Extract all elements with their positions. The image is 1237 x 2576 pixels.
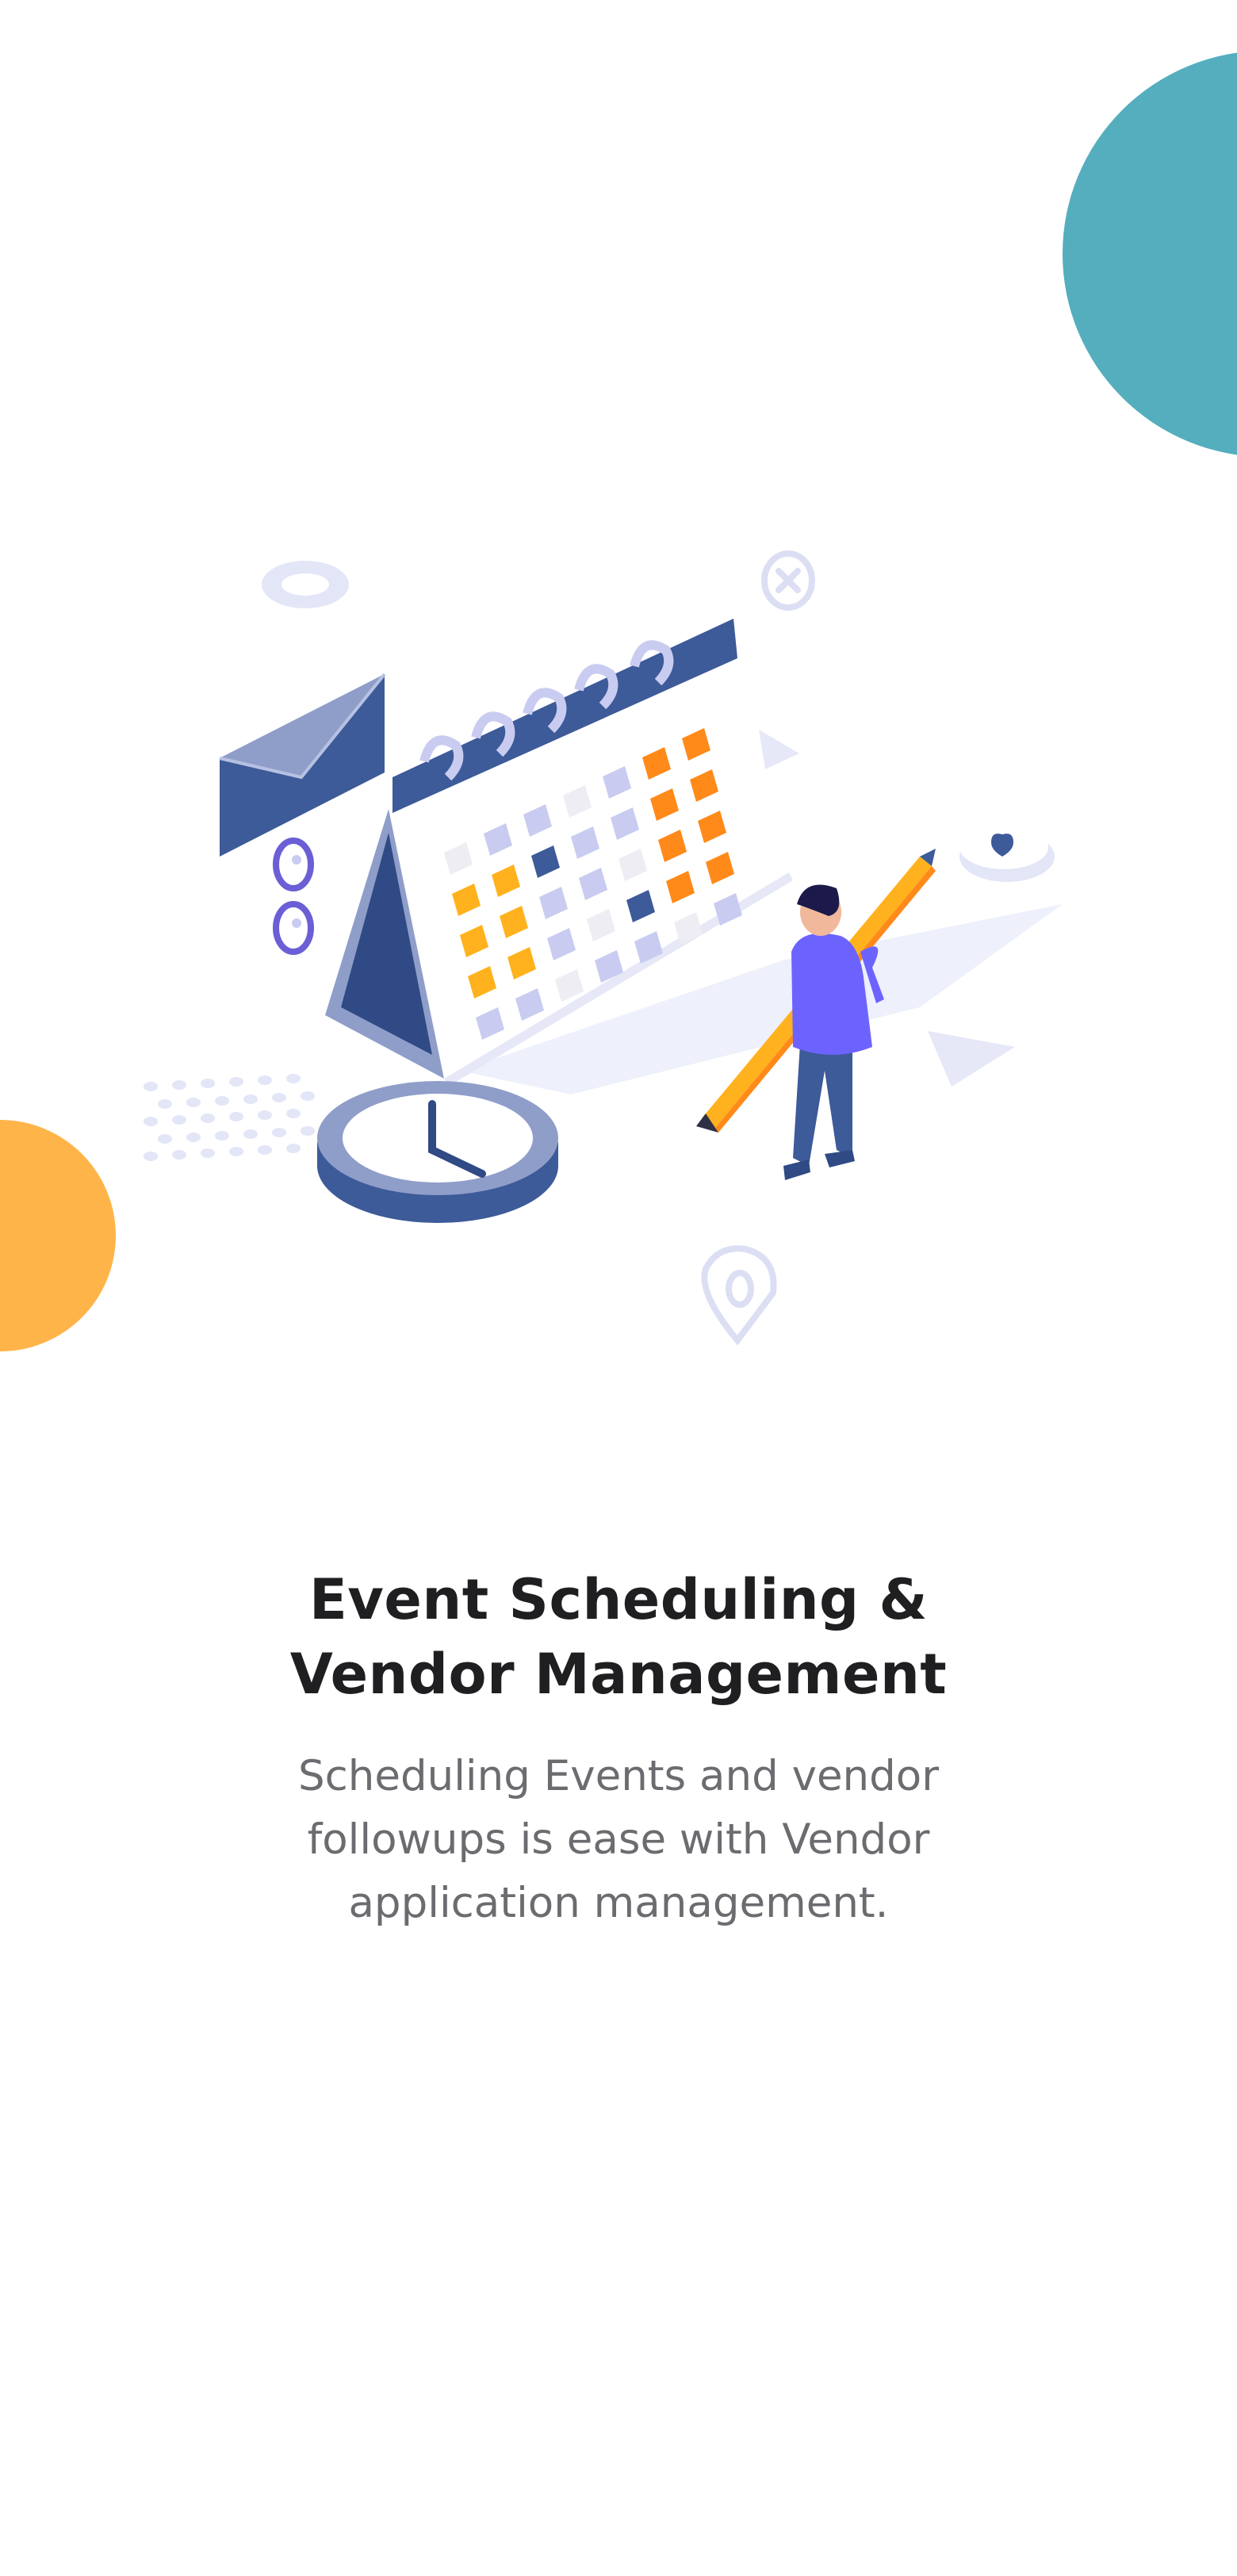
- dot-decoration: [158, 1099, 172, 1109]
- dot-pattern-decoration: [144, 1074, 315, 1161]
- dot-decoration: [258, 1075, 272, 1085]
- dot-decoration: [172, 1115, 186, 1125]
- triangle-decoration: [928, 1031, 1015, 1087]
- dot-decoration: [229, 1112, 243, 1121]
- close-circle-icon: [761, 550, 815, 611]
- title-line: Vendor Management: [289, 1642, 948, 1707]
- dot-decoration: [201, 1148, 215, 1158]
- dot-decoration: [186, 1098, 201, 1107]
- scheduling-illustration: [127, 539, 1110, 1380]
- ring-decoration-icon: [262, 561, 349, 608]
- user-badge-icon: [273, 838, 314, 955]
- dot-decoration: [258, 1145, 272, 1155]
- dot-decoration: [301, 1091, 315, 1101]
- envelope-icon: [219, 673, 386, 857]
- dot-decoration: [301, 1126, 315, 1136]
- dot-decoration: [186, 1133, 201, 1142]
- onboarding-text: Event Scheduling & Vendor Management Sch…: [0, 1562, 1237, 1935]
- dot-decoration: [272, 1093, 286, 1102]
- dot-decoration: [172, 1150, 186, 1160]
- dot-decoration: [201, 1114, 215, 1123]
- dot-decoration: [158, 1134, 172, 1144]
- dot-decoration: [229, 1077, 243, 1087]
- dot-decoration: [286, 1109, 301, 1118]
- title-line: Event Scheduling &: [308, 1567, 929, 1632]
- page-description: Scheduling Events and vendor followups i…: [222, 1745, 1015, 1935]
- dot-decoration: [272, 1128, 286, 1137]
- dot-decoration: [172, 1080, 186, 1090]
- dot-decoration: [243, 1094, 258, 1104]
- orange-circle-decoration: [0, 1120, 116, 1351]
- description-line: application management.: [348, 1879, 889, 1927]
- triangle-decoration: [759, 730, 799, 769]
- description-line: Scheduling Events and vendor: [297, 1752, 940, 1800]
- page-title: Event Scheduling & Vendor Management: [222, 1562, 1015, 1712]
- dot-decoration: [201, 1079, 215, 1088]
- teal-circle-decoration: [1063, 51, 1237, 457]
- clock-icon: [317, 1081, 558, 1223]
- dot-decoration: [258, 1110, 272, 1120]
- dot-decoration: [144, 1117, 158, 1126]
- dot-decoration: [215, 1096, 229, 1106]
- dot-decoration: [144, 1152, 158, 1161]
- description-line: followups is ease with Vendor: [307, 1815, 930, 1864]
- dot-decoration: [215, 1131, 229, 1140]
- onboarding-screen: Event Scheduling & Vendor Management Sch…: [0, 0, 1237, 2576]
- location-pin-icon: [701, 1245, 777, 1346]
- dot-decoration: [229, 1147, 243, 1156]
- heart-bubble-icon: [959, 825, 1055, 882]
- dot-decoration: [286, 1074, 301, 1083]
- dot-decoration: [286, 1144, 301, 1153]
- dot-decoration: [243, 1129, 258, 1139]
- dot-decoration: [144, 1082, 158, 1091]
